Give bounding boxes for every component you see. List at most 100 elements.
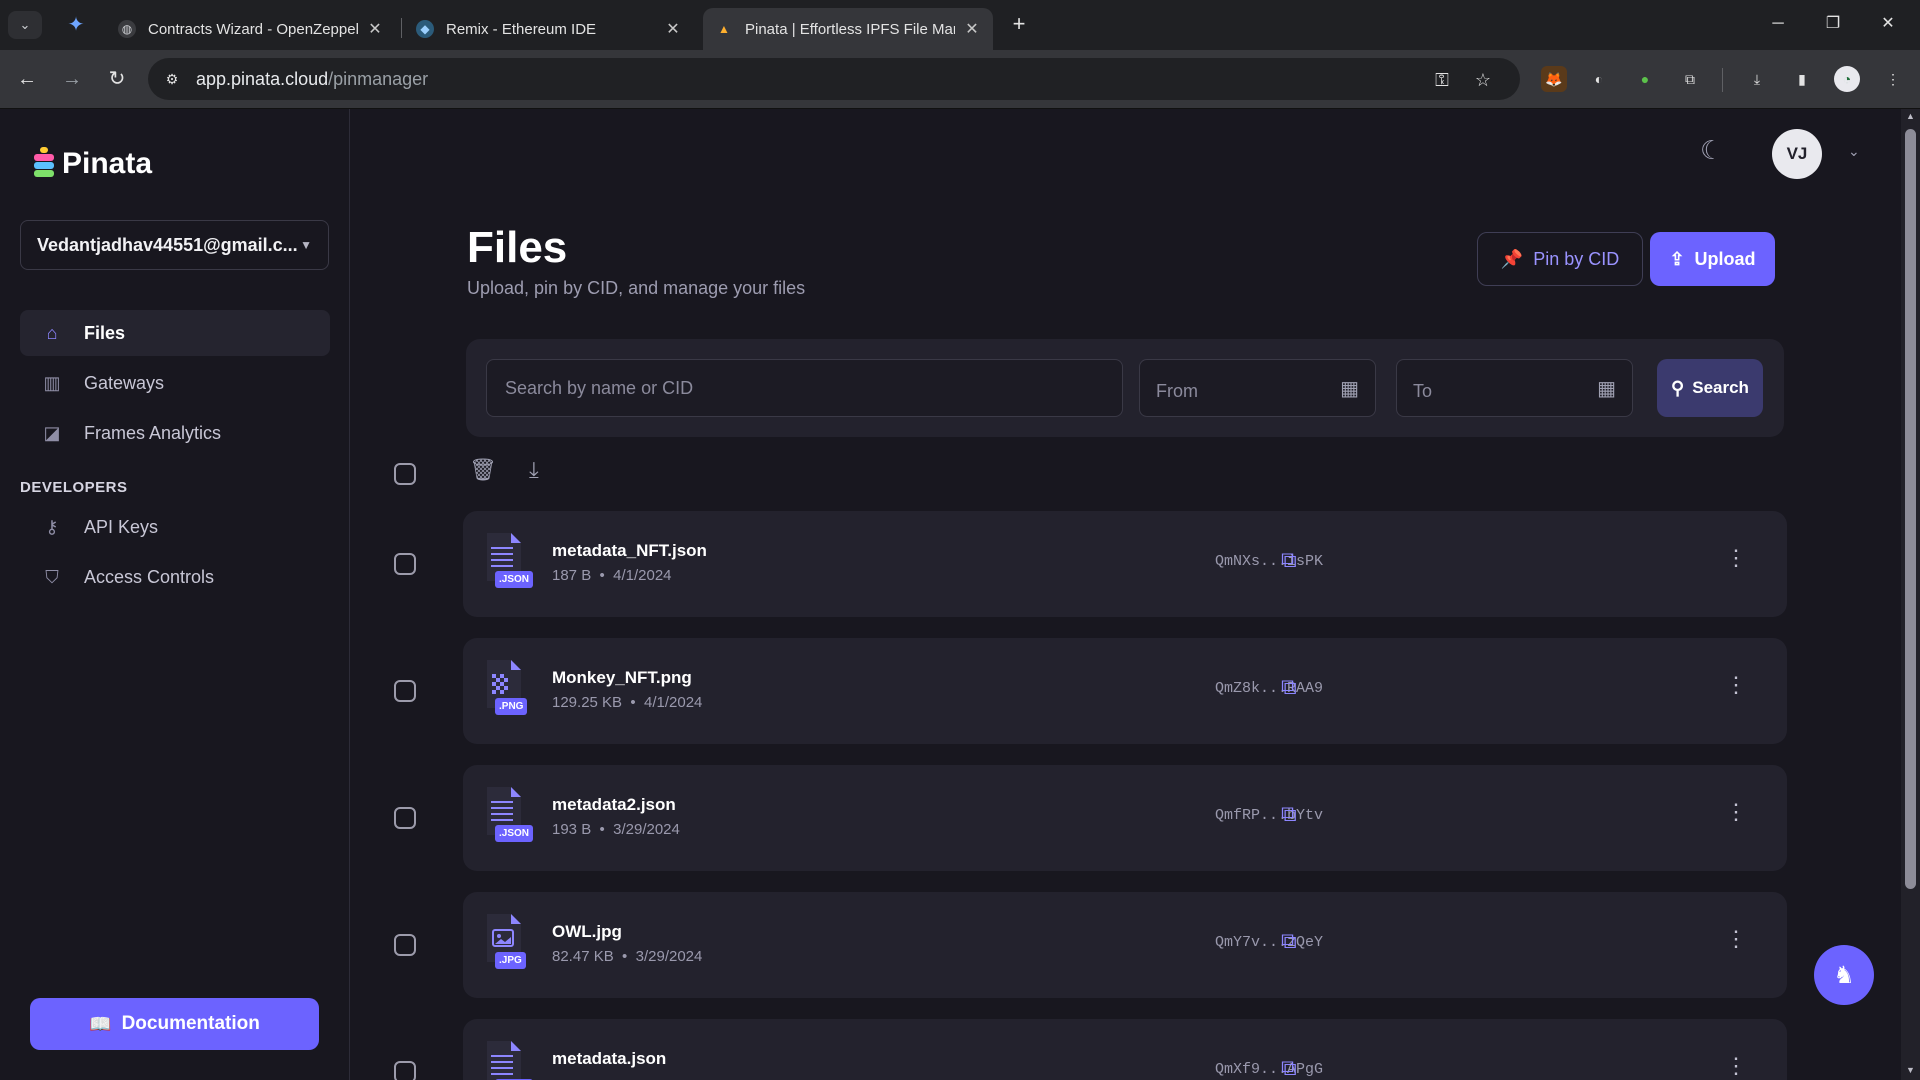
more-options-icon[interactable]: ⋮ bbox=[1725, 547, 1747, 569]
caret-down-icon: ▼ bbox=[300, 238, 312, 252]
tab-pinata[interactable]: ▲ Pinata | Effortless IPFS File Manageme… bbox=[703, 8, 993, 50]
file-cid: QmNXs...isPK bbox=[1215, 553, 1324, 570]
tab-search-button[interactable]: ⌄ bbox=[8, 11, 42, 39]
remix-icon: ◆ bbox=[416, 20, 434, 38]
copy-icon[interactable]: ⧉ bbox=[1281, 801, 1297, 827]
json-file-icon: .JSON bbox=[483, 785, 534, 847]
table-row[interactable]: .JSON metadata2.json 193 B • 3/29/2024 Q… bbox=[463, 765, 1787, 871]
file-name: metadata.json bbox=[552, 1049, 667, 1068]
from-date-placeholder: From bbox=[1156, 380, 1198, 401]
file-name: Monkey_NFT.png bbox=[552, 668, 692, 687]
page-title: Files bbox=[467, 223, 568, 272]
gemini-icon[interactable]: ✦ bbox=[64, 13, 88, 37]
table-row[interactable]: .JSON metadata_NFT.json 187 B • 4/1/2024… bbox=[463, 511, 1787, 617]
sidebar-item-api-keys[interactable]: ⚷ API Keys bbox=[20, 504, 330, 550]
key-icon: ⚷ bbox=[45, 517, 59, 537]
jpg-file-icon: .JPG bbox=[483, 912, 526, 974]
scroll-thumb[interactable] bbox=[1905, 129, 1916, 889]
file-type-badge: .JSON bbox=[495, 571, 534, 588]
tab-remix[interactable]: ◆ Remix - Ethereum IDE ✕ bbox=[404, 8, 694, 50]
trash-icon[interactable]: 🗑 bbox=[469, 457, 497, 483]
calendar-icon[interactable]: ▦ bbox=[1340, 376, 1359, 401]
more-options-icon[interactable]: ⋮ bbox=[1725, 1055, 1747, 1077]
tab-title: Remix - Ethereum IDE bbox=[446, 20, 597, 38]
password-key-icon[interactable]: ⚿ bbox=[1430, 68, 1454, 92]
url-text: app.pinata.cloud/pinmanager bbox=[196, 69, 429, 89]
search-button[interactable]: ⚲ Search bbox=[1657, 359, 1763, 417]
table-row[interactable]: .JPG OWL.jpg 82.47 KB • 3/29/2024 QmY7v.… bbox=[463, 892, 1787, 998]
sidebar-item-access-controls[interactable]: ⛉ Access Controls bbox=[20, 554, 330, 600]
row-checkbox[interactable] bbox=[394, 934, 416, 956]
documentation-button[interactable]: 📖 Documentation bbox=[30, 998, 319, 1050]
copy-icon[interactable]: ⧉ bbox=[1281, 1055, 1297, 1080]
metamask-extension-icon[interactable]: 🦊 bbox=[1541, 66, 1567, 92]
select-all-checkbox[interactable] bbox=[394, 463, 416, 485]
close-tab-icon[interactable]: ✕ bbox=[664, 19, 682, 39]
chrome-menu-icon[interactable]: ⋮ bbox=[1880, 66, 1906, 92]
more-options-icon[interactable]: ⋮ bbox=[1725, 801, 1747, 823]
developers-section-label: DEVELOPERS bbox=[20, 479, 128, 496]
copy-icon[interactable]: ⧉ bbox=[1281, 928, 1297, 954]
table-row[interactable]: .PNG Monkey_NFT.png 129.25 KB • 4/1/2024… bbox=[463, 638, 1787, 744]
documentation-label: Documentation bbox=[121, 1013, 260, 1034]
row-checkbox[interactable] bbox=[394, 680, 416, 702]
file-name: OWL.jpg bbox=[552, 922, 622, 941]
page-scrollbar[interactable]: ▲ ▼ bbox=[1901, 109, 1920, 1080]
tab-contracts-wizard[interactable]: ◍ Contracts Wizard - OpenZeppelin ✕ bbox=[106, 8, 396, 50]
copy-icon[interactable]: ⧉ bbox=[1281, 547, 1297, 573]
account-selector[interactable]: Vedantjadhav44551@gmail.c... ▼ bbox=[20, 220, 329, 270]
close-tab-icon[interactable]: ✕ bbox=[963, 19, 981, 39]
main-content: ☾ VJ ⌄ Files Upload, pin by CID, and man… bbox=[351, 109, 1900, 1080]
pinata-assistant-button[interactable]: ♞ bbox=[1814, 945, 1874, 1005]
bookmark-star-icon[interactable]: ☆ bbox=[1471, 68, 1495, 92]
more-options-icon[interactable]: ⋮ bbox=[1725, 674, 1747, 696]
file-name: metadata_NFT.json bbox=[552, 541, 707, 560]
from-date-field[interactable]: From ▦ bbox=[1139, 359, 1376, 417]
address-bar[interactable]: ⚙ app.pinata.cloud/pinmanager ⚿ ☆ bbox=[148, 58, 1520, 100]
close-tab-icon[interactable]: ✕ bbox=[366, 19, 384, 39]
row-checkbox[interactable] bbox=[394, 807, 416, 829]
json-file-icon: .JSON bbox=[483, 1039, 534, 1080]
green-extension-icon[interactable]: ● bbox=[1632, 66, 1658, 92]
restore-button[interactable]: ❐ bbox=[1811, 10, 1855, 38]
pinata-logo[interactable]: Pinata bbox=[34, 147, 152, 181]
site-info-icon[interactable]: ⚙ bbox=[162, 69, 182, 89]
profile-avatar-icon[interactable]: ◔ bbox=[1834, 66, 1860, 92]
download-icon[interactable]: ⤓ bbox=[1744, 66, 1770, 92]
reload-icon[interactable]: ↻ bbox=[102, 64, 132, 94]
new-tab-button[interactable]: + bbox=[1006, 12, 1032, 38]
forward-icon[interactable]: → bbox=[57, 64, 87, 94]
browser-toolbar: ← → ↻ ⚙ app.pinata.cloud/pinmanager ⚿ ☆ … bbox=[0, 50, 1920, 109]
calendar-icon[interactable]: ▦ bbox=[1597, 376, 1616, 401]
row-checkbox[interactable] bbox=[394, 1061, 416, 1080]
side-panel-icon[interactable]: ▮ bbox=[1789, 66, 1815, 92]
upload-icon: ⇪ bbox=[1669, 248, 1685, 269]
scroll-up-arrow[interactable]: ▲ bbox=[1901, 111, 1920, 121]
minimize-button[interactable]: ─ bbox=[1756, 10, 1800, 38]
extension-icon[interactable]: ◐ bbox=[1586, 66, 1612, 92]
more-options-icon[interactable]: ⋮ bbox=[1725, 928, 1747, 950]
file-meta: 129.25 KB • 4/1/2024 bbox=[552, 694, 703, 711]
extensions-puzzle-icon[interactable]: ⧉ bbox=[1677, 66, 1703, 92]
upload-button[interactable]: ⇪ Upload bbox=[1650, 232, 1775, 286]
search-input[interactable] bbox=[486, 359, 1123, 417]
home-icon: ⌂ bbox=[46, 323, 58, 343]
analytics-icon: ◪ bbox=[43, 423, 61, 443]
sidebar-item-gateways[interactable]: ▥ Gateways bbox=[20, 360, 330, 406]
copy-icon[interactable]: ⧉ bbox=[1281, 674, 1297, 700]
json-file-icon: .JSON bbox=[483, 531, 534, 593]
sidebar-item-files[interactable]: ⌂ Files bbox=[20, 310, 330, 356]
scroll-down-arrow[interactable]: ▼ bbox=[1901, 1065, 1920, 1075]
table-row[interactable]: .JSON metadata.json QmXf9...APgG ⧉ ⋮ bbox=[463, 1019, 1787, 1080]
moon-icon[interactable]: ☾ bbox=[1700, 135, 1723, 166]
sidebar-item-label: Access Controls bbox=[84, 566, 215, 587]
pin-by-cid-button[interactable]: 📌 Pin by CID bbox=[1477, 232, 1643, 286]
chevron-down-icon[interactable]: ⌄ bbox=[1848, 143, 1860, 160]
row-checkbox[interactable] bbox=[394, 553, 416, 575]
sidebar-item-frames-analytics[interactable]: ◪ Frames Analytics bbox=[20, 410, 330, 456]
to-date-field[interactable]: To ▦ bbox=[1396, 359, 1633, 417]
close-window-button[interactable]: ✕ bbox=[1866, 10, 1910, 38]
avatar[interactable]: VJ bbox=[1772, 129, 1822, 179]
download-icon[interactable]: ⤓ bbox=[529, 457, 539, 483]
back-icon[interactable]: ← bbox=[12, 64, 42, 94]
